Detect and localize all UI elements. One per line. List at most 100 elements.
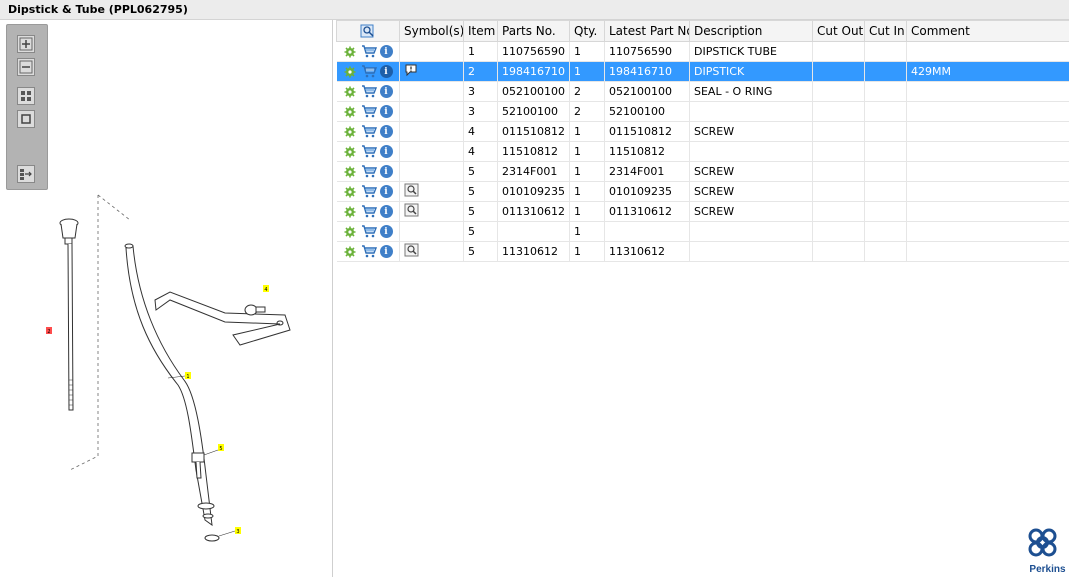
info-icon[interactable]: i [379,245,393,258]
info-icon[interactable]: i [379,225,393,238]
table-row[interactable]: i 1 110756590 1 110756590 DIPSTICK TUBE [336,41,1069,62]
configure-button[interactable] [342,105,358,119]
cell-cut-in [864,181,907,202]
cell-comment [906,181,1069,202]
add-to-cart-button[interactable] [361,245,377,259]
column-header-cut-in[interactable]: Cut In [864,20,907,42]
add-to-cart-button[interactable] [361,65,377,79]
cell-comment [906,241,1069,262]
info-icon[interactable]: i [379,185,393,198]
cell-symbol[interactable] [399,201,464,222]
cell-description: DIPSTICK TUBE [689,41,813,62]
column-header-latest-part-no[interactable]: Latest Part No. [604,20,690,42]
cell-description [689,141,813,162]
add-to-cart-button[interactable] [361,125,377,139]
zoom-out-button[interactable] [17,58,35,76]
info-icon[interactable]: i [379,165,393,178]
cell-latest-part-no: 011510812 [604,121,690,142]
table-row[interactable]: i 2 198416710 1 198416710 DIPSTICK 429MM [336,61,1069,82]
configure-button[interactable] [342,185,358,199]
configure-button[interactable] [342,165,358,179]
info-icon[interactable]: i [379,65,393,78]
add-to-cart-button[interactable] [361,145,377,159]
cell-symbol[interactable] [399,181,464,202]
cell-parts-no: 11510812 [497,141,570,162]
cart-icon [361,85,377,98]
cell-cut-in [864,41,907,62]
table-row[interactable]: i 5 2314F001 1 2314F001 SCREW [336,161,1069,182]
cell-symbol[interactable] [399,141,464,162]
configure-button[interactable] [342,225,358,239]
exploded-parts-drawing[interactable]: 2 4 1 5 3 [0,180,333,577]
cell-cut-out [812,181,865,202]
table-row[interactable]: i 5 010109235 1 010109235 SCREW [336,181,1069,202]
perkins-logo-mark [1028,528,1057,557]
configure-button[interactable] [342,45,358,59]
configure-button[interactable] [342,145,358,159]
column-header-actions[interactable] [336,20,400,42]
add-to-cart-button[interactable] [361,165,377,179]
add-to-cart-button[interactable] [361,85,377,99]
cell-description [689,101,813,122]
column-header-parts-no[interactable]: Parts No. [497,20,570,42]
column-header-item[interactable]: Item [463,20,498,42]
info-icon[interactable]: i [379,45,393,58]
add-to-cart-button[interactable] [361,185,377,199]
fit-all-button[interactable] [17,87,35,105]
cell-cut-in [864,121,907,142]
cell-symbol[interactable] [399,101,464,122]
cell-parts-no: 010109235 [497,181,570,202]
table-row[interactable]: i 5 11310612 1 11310612 [336,241,1069,262]
column-header-comment[interactable]: Comment [906,20,1069,42]
column-header-symbols[interactable]: Symbol(s) [399,20,464,42]
table-row[interactable]: i 5 1 [336,221,1069,242]
info-icon[interactable]: i [379,145,393,158]
table-row[interactable]: i 5 011310612 1 011310612 SCREW [336,201,1069,222]
configure-button[interactable] [342,65,358,79]
info-icon[interactable]: i [379,105,393,118]
cell-symbol[interactable] [399,121,464,142]
cell-cut-in [864,241,907,262]
configure-button[interactable] [342,205,358,219]
drawing-pane[interactable]: 2 4 1 5 3 [0,20,333,577]
configure-button[interactable] [342,125,358,139]
add-to-cart-button[interactable] [361,205,377,219]
cell-symbol[interactable] [399,221,464,242]
table-row[interactable]: i 4 011510812 1 011510812 SCREW [336,121,1069,142]
column-header-cut-out[interactable]: Cut Out [812,20,865,42]
dipstick-tube [124,243,215,527]
table-row[interactable]: i 4 11510812 1 11510812 [336,141,1069,162]
info-icon[interactable]: i [379,85,393,98]
zoom-in-button[interactable] [17,35,35,53]
perkins-logo: Perkins [1026,527,1069,577]
info-icon[interactable]: i [379,205,393,218]
cell-comment [906,81,1069,102]
configure-button[interactable] [342,245,358,259]
gear-icon [344,146,355,157]
magnifier-icon[interactable] [404,183,420,197]
fit-window-button[interactable] [17,110,35,128]
configure-button[interactable] [342,85,358,99]
cell-symbol[interactable] [399,61,464,82]
comment-icon[interactable] [404,63,418,77]
column-header-qty[interactable]: Qty. [569,20,605,42]
cell-symbol[interactable] [399,81,464,102]
magnifier-icon[interactable] [404,243,420,257]
info-icon[interactable]: i [379,125,393,138]
row-actions: i [336,201,400,222]
column-header-description[interactable]: Description [689,20,813,42]
cell-symbol[interactable] [399,161,464,182]
magnifier-icon[interactable] [404,203,420,217]
add-to-cart-button[interactable] [361,225,377,239]
cell-symbol[interactable] [399,241,464,262]
cell-cut-in [864,201,907,222]
layout-arrow-icon [20,169,32,180]
add-to-cart-button[interactable] [361,45,377,59]
table-row[interactable]: i 3 52100100 2 52100100 [336,101,1069,122]
cart-icon [361,45,377,58]
table-row[interactable]: i 3 052100100 2 052100100 SEAL - O RING [336,81,1069,102]
gear-icon [344,126,355,137]
add-to-cart-button[interactable] [361,105,377,119]
cell-cut-out [812,141,865,162]
cell-symbol[interactable] [399,41,464,62]
